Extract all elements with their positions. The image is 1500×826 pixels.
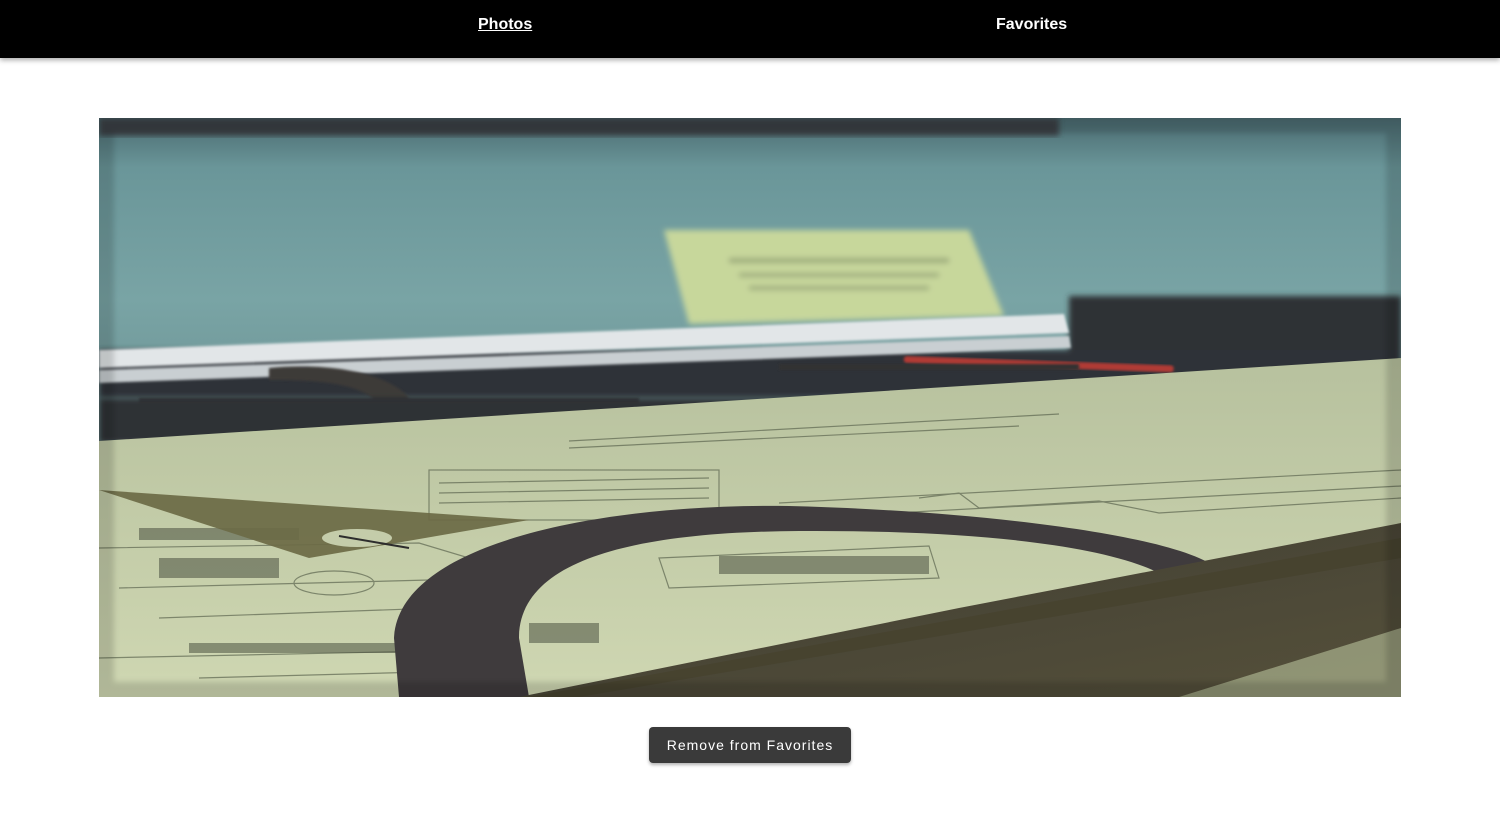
remove-from-favorites-button[interactable]: Remove from Favorites — [649, 727, 851, 763]
nav-link-favorites[interactable]: Favorites — [996, 0, 1067, 50]
top-navigation-bar: Photos Favorites — [0, 0, 1500, 58]
nav-link-photos[interactable]: Photos — [478, 0, 532, 50]
photo-image — [99, 118, 1401, 697]
favorite-photo — [99, 118, 1401, 697]
